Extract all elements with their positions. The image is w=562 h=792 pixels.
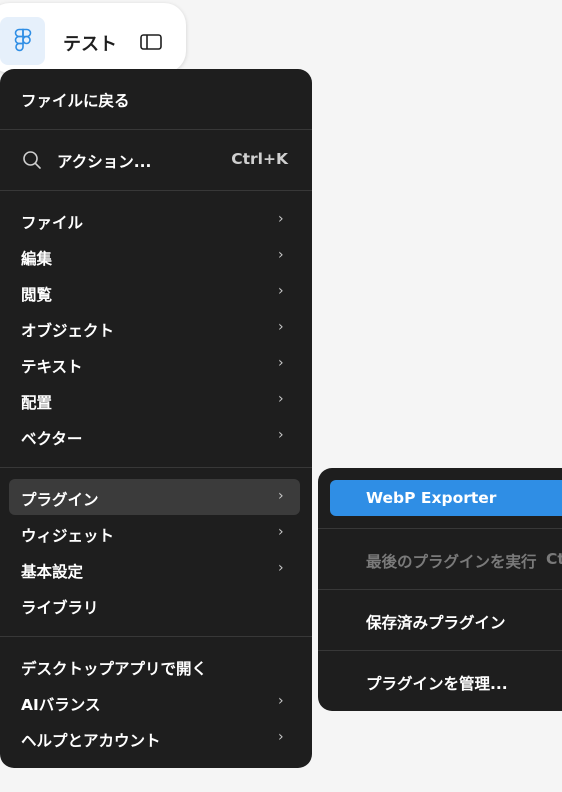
file-title[interactable]: テスト (63, 30, 117, 56)
menu-divider (0, 129, 312, 130)
chevron-right-icon: › (278, 283, 284, 299)
submenu-item-label: プラグインを管理... (366, 675, 508, 693)
submenu-item-manage-plugins[interactable]: プラグインを管理... (318, 663, 562, 699)
menu-item-edit[interactable]: 編集 › (0, 238, 312, 274)
menu-item-label: AIバランス (21, 696, 101, 714)
menu-divider (318, 528, 562, 529)
menu-item-arrange[interactable]: 配置 › (0, 382, 312, 418)
menu-item-label: ファイルに戻る (21, 92, 130, 110)
chevron-right-icon: › (278, 319, 284, 335)
chevron-right-icon: › (278, 355, 284, 371)
chevron-right-icon: › (278, 427, 284, 443)
menu-item-label: ヘルプとアカウント (21, 732, 161, 750)
menu-item-plugins[interactable]: プラグイン › (0, 479, 312, 515)
submenu-item-webp-exporter[interactable]: WebP Exporter (330, 480, 562, 516)
sidebar-toggle-button[interactable] (139, 33, 163, 51)
menu-item-label: プラグイン (21, 491, 99, 509)
actions-search-item[interactable]: アクション... Ctrl+K (0, 141, 312, 177)
submenu-item-label: 保存済みプラグイン (366, 614, 506, 632)
menu-item-open-desktop-app[interactable]: デスクトップアプリで開く (0, 648, 312, 684)
menu-item-label: 閲覧 (21, 286, 53, 304)
submenu-item-saved-plugins[interactable]: 保存済みプラグイン (318, 602, 562, 638)
actions-label: アクション... (57, 153, 152, 171)
menu-item-label: 基本設定 (21, 563, 84, 581)
submenu-item-shortcut: Ct (546, 550, 562, 568)
menu-item-view[interactable]: 閲覧 › (0, 274, 312, 310)
menu-item-label: 編集 (21, 250, 53, 268)
search-icon (23, 151, 41, 169)
chevron-right-icon: › (278, 560, 284, 576)
actions-shortcut: Ctrl+K (231, 150, 288, 168)
submenu-item-label: 最後のプラグインを実行 (366, 553, 537, 571)
sidebar-toggle-icon (140, 34, 162, 50)
menu-divider (0, 636, 312, 637)
menu-item-text[interactable]: テキスト › (0, 346, 312, 382)
menu-item-label: ウィジェット (21, 527, 115, 545)
menu-item-preferences[interactable]: 基本設定 › (0, 551, 312, 587)
menu-item-ai-balance[interactable]: AIバランス › (0, 684, 312, 720)
plugins-submenu: WebP Exporter 最後のプラグインを実行 Ct 保存済みプラグイン プ… (318, 468, 562, 711)
submenu-item-run-last-plugin: 最後のプラグインを実行 Ct (318, 541, 562, 577)
main-menu: ファイルに戻る アクション... Ctrl+K ファイル › 編集 › 閲覧 ›… (0, 69, 312, 768)
menu-item-label: ライブラリ (21, 599, 99, 617)
menu-item-file[interactable]: ファイル › (0, 202, 312, 238)
menu-item-label: 配置 (21, 394, 53, 412)
submenu-item-label: WebP Exporter (366, 489, 497, 507)
back-to-files-item[interactable]: ファイルに戻る (0, 80, 312, 116)
menu-item-vector[interactable]: ベクター › (0, 418, 312, 454)
menu-divider (0, 190, 312, 191)
menu-item-label: オブジェクト (21, 322, 115, 340)
chevron-right-icon: › (278, 729, 284, 745)
menu-divider (318, 650, 562, 651)
figma-logo-button[interactable] (0, 17, 45, 65)
menu-divider (318, 589, 562, 590)
menu-item-widgets[interactable]: ウィジェット › (0, 515, 312, 551)
chevron-right-icon: › (278, 524, 284, 540)
figma-logo-icon (14, 28, 31, 52)
menu-item-label: テキスト (21, 358, 83, 376)
menu-item-help-account[interactable]: ヘルプとアカウント › (0, 720, 312, 756)
chevron-right-icon: › (278, 211, 284, 227)
menu-item-object[interactable]: オブジェクト › (0, 310, 312, 346)
chevron-right-icon: › (278, 693, 284, 709)
top-toolbar: テスト (0, 3, 186, 73)
menu-item-label: デスクトップアプリで開く (21, 660, 208, 678)
menu-item-label: ベクター (21, 430, 83, 448)
chevron-right-icon: › (278, 247, 284, 263)
chevron-right-icon: › (278, 488, 284, 504)
menu-item-label: ファイル (21, 214, 84, 232)
menu-item-libraries[interactable]: ライブラリ (0, 587, 312, 623)
chevron-right-icon: › (278, 391, 284, 407)
menu-divider (0, 467, 312, 468)
